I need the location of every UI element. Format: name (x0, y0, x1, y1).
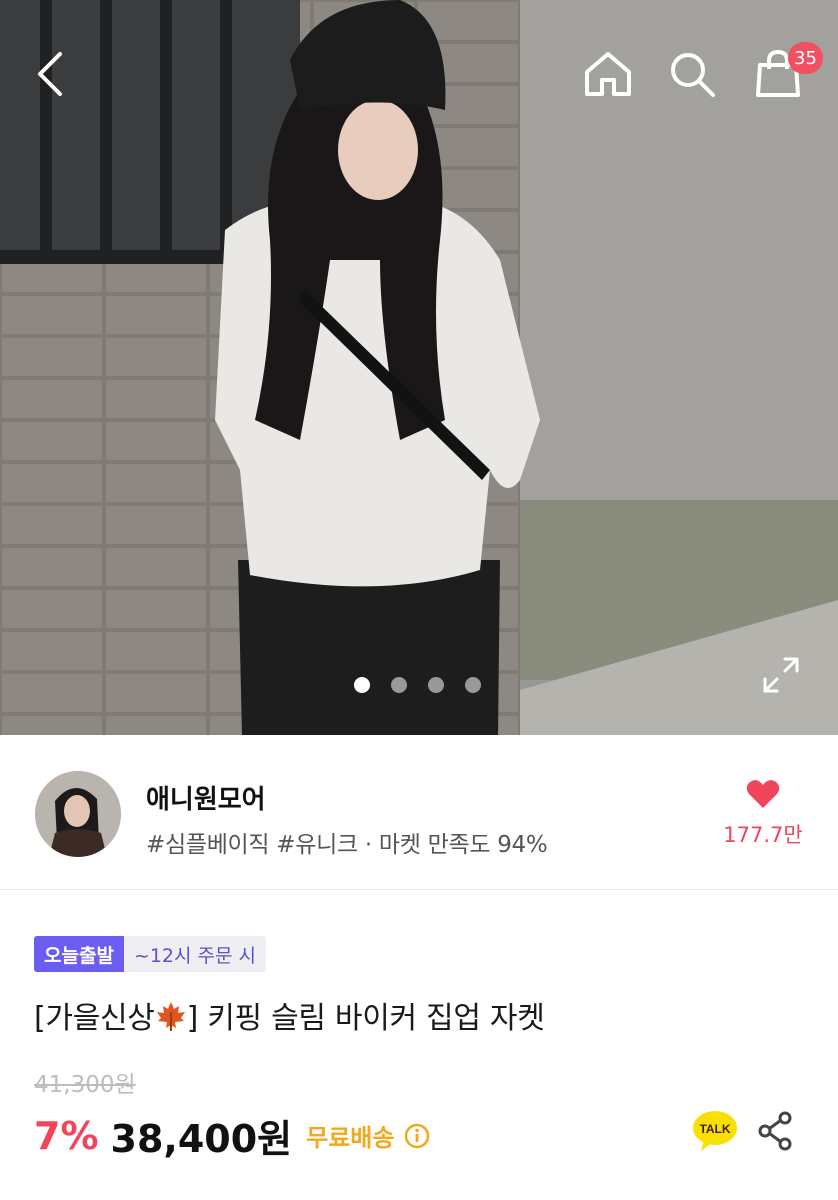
talk-label: TALK (699, 1122, 730, 1136)
pagination-dot[interactable] (428, 677, 444, 693)
home-button[interactable] (580, 46, 636, 102)
expand-image-button[interactable] (756, 650, 806, 700)
gallery-pagination (354, 677, 481, 693)
store-avatar[interactable] (35, 771, 121, 857)
shipping-info-icon[interactable] (404, 1123, 430, 1149)
today-shipping-badge: 오늘출발 (34, 936, 124, 972)
store-info[interactable]: 애니원모어 #심플베이직 #유니크 · 마켓 만족도 94% 177.7만 (0, 735, 838, 890)
pagination-dot[interactable] (465, 677, 481, 693)
store-avatar-image (35, 771, 121, 857)
product-title-prefix: [가을신상 (34, 1001, 155, 1036)
pagination-dot[interactable] (391, 677, 407, 693)
like-count: 177.7만 (723, 823, 803, 847)
original-price: 41,300원 (34, 1072, 136, 1098)
maple-leaf-icon (155, 1000, 187, 1040)
share-icon (758, 1111, 792, 1151)
share-button[interactable] (750, 1106, 800, 1156)
sale-price: 38,400원 (110, 1117, 293, 1161)
top-navigation-bar: 35 (0, 0, 838, 150)
delivery-badges: 오늘출발 ~12시 주문 시 (34, 936, 267, 972)
store-name[interactable]: 애니원모어 (146, 779, 266, 816)
search-button[interactable] (664, 46, 720, 102)
kakao-talk-button[interactable]: TALK (690, 1106, 740, 1156)
discount-rate: 7% (34, 1113, 99, 1158)
store-tags: #심플베이직 #유니크 · 마켓 만족도 94% (146, 832, 548, 858)
cart-count-badge: 35 (788, 42, 823, 74)
back-button[interactable] (22, 46, 78, 102)
free-shipping-label: 무료배송 (306, 1124, 395, 1152)
pagination-dot[interactable] (354, 677, 370, 693)
search-icon (671, 53, 715, 97)
heart-icon (746, 780, 780, 808)
kakao-talk-icon: TALK (693, 1111, 737, 1151)
product-title: [가을신상 ] 키핑 슬림 바이커 집업 자켓 (34, 993, 545, 1040)
like-button[interactable]: 177.7만 (718, 779, 808, 859)
product-title-suffix: ] 키핑 슬림 바이커 집업 자켓 (186, 1001, 545, 1036)
home-icon (585, 52, 631, 96)
product-image[interactable]: 35 (0, 0, 838, 735)
expand-icon (763, 657, 799, 693)
chevron-left-icon (38, 52, 62, 96)
order-deadline-badge: ~12시 주문 시 (123, 936, 267, 972)
price-row: 7% 38,400원 무료배송 (34, 1108, 430, 1163)
